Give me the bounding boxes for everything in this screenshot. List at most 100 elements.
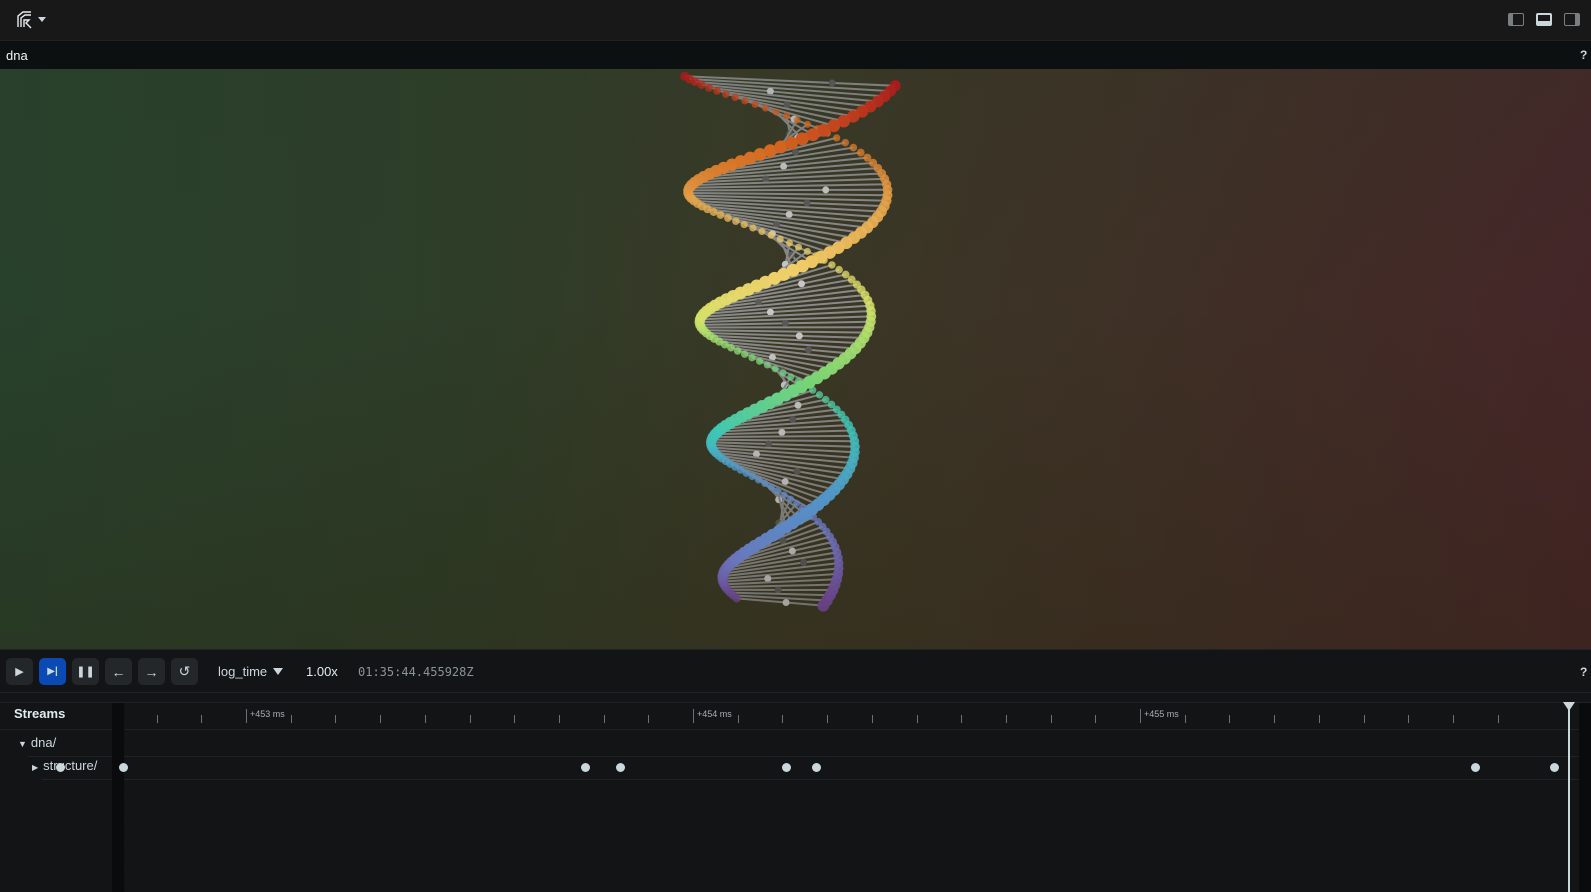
- streams-panel: Streams ▼ dna/ ▶ structure/ +453 ms +454 ms…: [0, 693, 1591, 892]
- helix-bead: [779, 369, 787, 377]
- event-marker[interactable]: [1550, 763, 1560, 772]
- helix-bead: [777, 267, 791, 281]
- top-bar: [0, 0, 1591, 41]
- pause-button[interactable]: ❚❚: [72, 658, 99, 685]
- playback-speed[interactable]: 1.00x: [306, 664, 338, 679]
- tree-item-structure[interactable]: ▶ structure/: [32, 758, 97, 773]
- controls-help-button[interactable]: ?: [1580, 665, 1587, 679]
- step-forward-button[interactable]: →: [138, 658, 165, 685]
- helix-bead: [731, 93, 739, 102]
- rod-midpoint: [804, 346, 812, 354]
- playback-controls: ▶ ▶| ❚❚ ← → ↺ log_time 1.00x 01:35:44.455928Z…: [0, 649, 1591, 693]
- helix-bead: [722, 90, 730, 98]
- event-marker[interactable]: [119, 763, 129, 772]
- arrow-left-icon: ←: [111, 663, 126, 680]
- tree-item-label: dna/: [30, 735, 57, 750]
- helix-bead: [795, 243, 803, 251]
- helix-bead: [787, 373, 795, 381]
- helix-bead: [856, 148, 865, 157]
- helix-bead: [784, 136, 798, 150]
- helix-bead: [756, 357, 764, 365]
- event-marker[interactable]: [812, 763, 822, 772]
- minor-tick: [1318, 715, 1320, 723]
- helix-bead: [849, 143, 858, 152]
- play-button[interactable]: ▶: [6, 658, 33, 685]
- rerun-logo-icon[interactable]: [15, 10, 35, 30]
- helix-bead: [733, 347, 742, 355]
- bottom-panel-toggle[interactable]: [1536, 13, 1552, 26]
- 3d-viewport[interactable]: [0, 69, 1591, 649]
- helix-bead: [803, 247, 811, 255]
- rod-midpoint: [793, 467, 801, 475]
- collapsed-triangle-icon[interactable]: ▶: [32, 763, 38, 772]
- playhead-handle[interactable]: [1563, 702, 1575, 711]
- helix-bead: [771, 365, 779, 373]
- helix-bead: [732, 217, 740, 225]
- helix-bead: [740, 220, 748, 229]
- helix-bead: [828, 261, 836, 269]
- loop-button[interactable]: ↺: [171, 658, 198, 685]
- helix-bead: [817, 599, 830, 612]
- event-marker[interactable]: [782, 763, 792, 772]
- rod-midpoint: [765, 440, 773, 448]
- minor-tick: [1095, 715, 1097, 723]
- helix-bead: [763, 361, 771, 369]
- tree-item-dna[interactable]: ▼ dna/: [18, 735, 56, 750]
- minor-tick: [156, 715, 158, 723]
- minor-tick: [335, 715, 337, 723]
- minor-tick: [380, 715, 382, 723]
- helix-bead: [785, 239, 793, 247]
- minor-tick: [603, 715, 605, 723]
- rod-midpoint: [774, 586, 782, 594]
- helix-bead: [793, 499, 801, 507]
- timeline-end-marker: [1579, 703, 1591, 892]
- caret-down-icon[interactable]: [38, 17, 46, 22]
- rod-midpoint: [828, 79, 836, 87]
- current-time[interactable]: 01:35:44.455928Z: [358, 665, 474, 679]
- step-back-button[interactable]: ←: [105, 658, 132, 685]
- rod-midpoint: [803, 199, 811, 207]
- expanded-triangle-icon[interactable]: ▼: [18, 739, 27, 749]
- minor-tick: [871, 715, 873, 723]
- rod-midpoint: [785, 210, 793, 218]
- rod-midpoint: [798, 280, 806, 288]
- event-marker[interactable]: [1470, 763, 1480, 772]
- event-marker[interactable]: [616, 763, 626, 772]
- ruler-label: +455 ms: [1144, 709, 1179, 719]
- minor-tick: [514, 715, 516, 723]
- playhead[interactable]: [1568, 703, 1570, 892]
- minor-tick: [290, 715, 292, 723]
- helix-bead: [758, 227, 766, 236]
- minor-tick: [1050, 715, 1052, 723]
- view-help-button[interactable]: ?: [1580, 48, 1587, 62]
- arrow-right-icon: →: [144, 663, 159, 680]
- ruler-label: +454 ms: [697, 709, 732, 719]
- helix-bead: [780, 491, 788, 499]
- divider: [42, 779, 1591, 780]
- event-marker[interactable]: [55, 763, 65, 772]
- minor-tick: [1005, 715, 1007, 723]
- view-tab-bar: dna ?: [0, 41, 1591, 69]
- major-tick: [693, 709, 694, 723]
- rod-midpoint: [789, 415, 797, 423]
- rod-midpoint: [780, 162, 788, 170]
- helix-rod: [688, 188, 888, 192]
- helix-rod: [703, 329, 868, 334]
- left-panel-toggle[interactable]: [1508, 13, 1524, 26]
- minor-tick: [1408, 715, 1410, 723]
- rod-midpoint: [788, 547, 796, 555]
- follow-button[interactable]: ▶|: [39, 658, 66, 685]
- helix-bead: [740, 350, 749, 358]
- helix-bead: [821, 395, 830, 404]
- event-marker[interactable]: [581, 763, 591, 772]
- view-title[interactable]: dna: [6, 48, 28, 63]
- helix-bead: [786, 495, 794, 503]
- timeline-selector[interactable]: log_time: [218, 664, 284, 679]
- helix-bead: [804, 120, 812, 128]
- rod-midpoint: [764, 575, 772, 583]
- rod-midpoint: [766, 308, 774, 316]
- right-panel-toggle[interactable]: [1564, 13, 1580, 26]
- dna-helix-scene[interactable]: [0, 69, 1591, 649]
- helix-rod: [713, 434, 854, 438]
- minor-tick: [916, 715, 918, 723]
